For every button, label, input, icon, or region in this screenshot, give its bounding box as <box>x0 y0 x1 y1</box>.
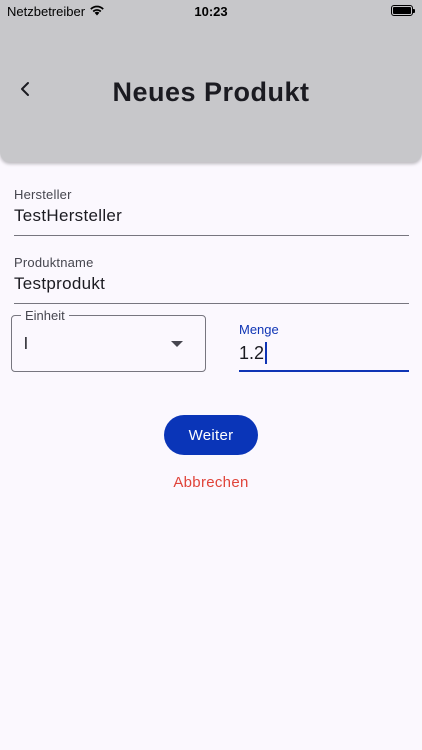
next-button[interactable]: Weiter <box>164 415 258 455</box>
dropdown-arrow-icon <box>171 341 183 347</box>
battery-icon <box>391 5 415 16</box>
einheit-dropdown[interactable]: Einheit l <box>11 308 206 372</box>
menge-underline <box>239 370 409 372</box>
hersteller-label: Hersteller <box>14 187 72 202</box>
battery-level <box>393 7 411 14</box>
produktname-underline <box>14 303 409 304</box>
produktname-input[interactable]: Testprodukt <box>14 274 409 294</box>
hersteller-underline <box>14 235 409 236</box>
menge-value: 1.2 <box>239 342 265 363</box>
status-bar: Netzbetreiber 10:23 <box>0 0 422 22</box>
hersteller-field[interactable]: Hersteller TestHersteller <box>14 187 409 236</box>
menge-field[interactable]: Menge 1.2 <box>239 322 409 372</box>
produktname-field[interactable]: Produktname Testprodukt <box>14 255 409 304</box>
hersteller-input[interactable]: TestHersteller <box>14 206 409 226</box>
menge-input[interactable]: 1.2 <box>239 342 268 364</box>
text-cursor <box>265 342 268 364</box>
einheit-selected-value: l <box>24 334 28 353</box>
app-bar: Netzbetreiber 10:23 Neues Produkt <box>0 0 422 162</box>
page-title: Neues Produkt <box>112 77 310 107</box>
einheit-label: Einheit <box>21 308 69 323</box>
produktname-label: Produktname <box>14 255 94 270</box>
menge-label: Menge <box>239 322 279 337</box>
cancel-button[interactable]: Abbrechen <box>0 474 422 491</box>
clock: 10:23 <box>194 4 228 19</box>
